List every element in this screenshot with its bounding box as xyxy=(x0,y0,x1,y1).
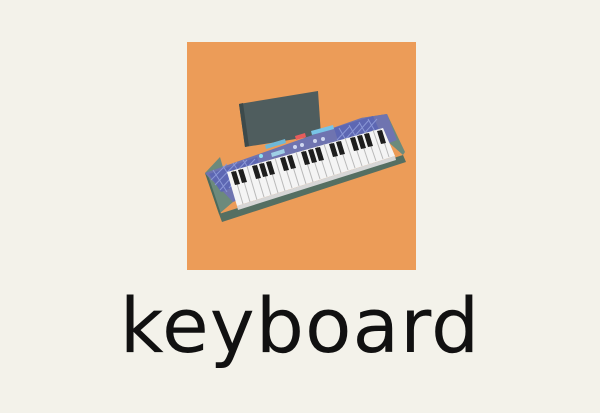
flashcard: keyboard xyxy=(0,0,600,413)
keyboard-icon xyxy=(205,91,406,222)
flashcard-word: keyboard xyxy=(119,281,481,370)
illustration-tile xyxy=(187,42,416,270)
